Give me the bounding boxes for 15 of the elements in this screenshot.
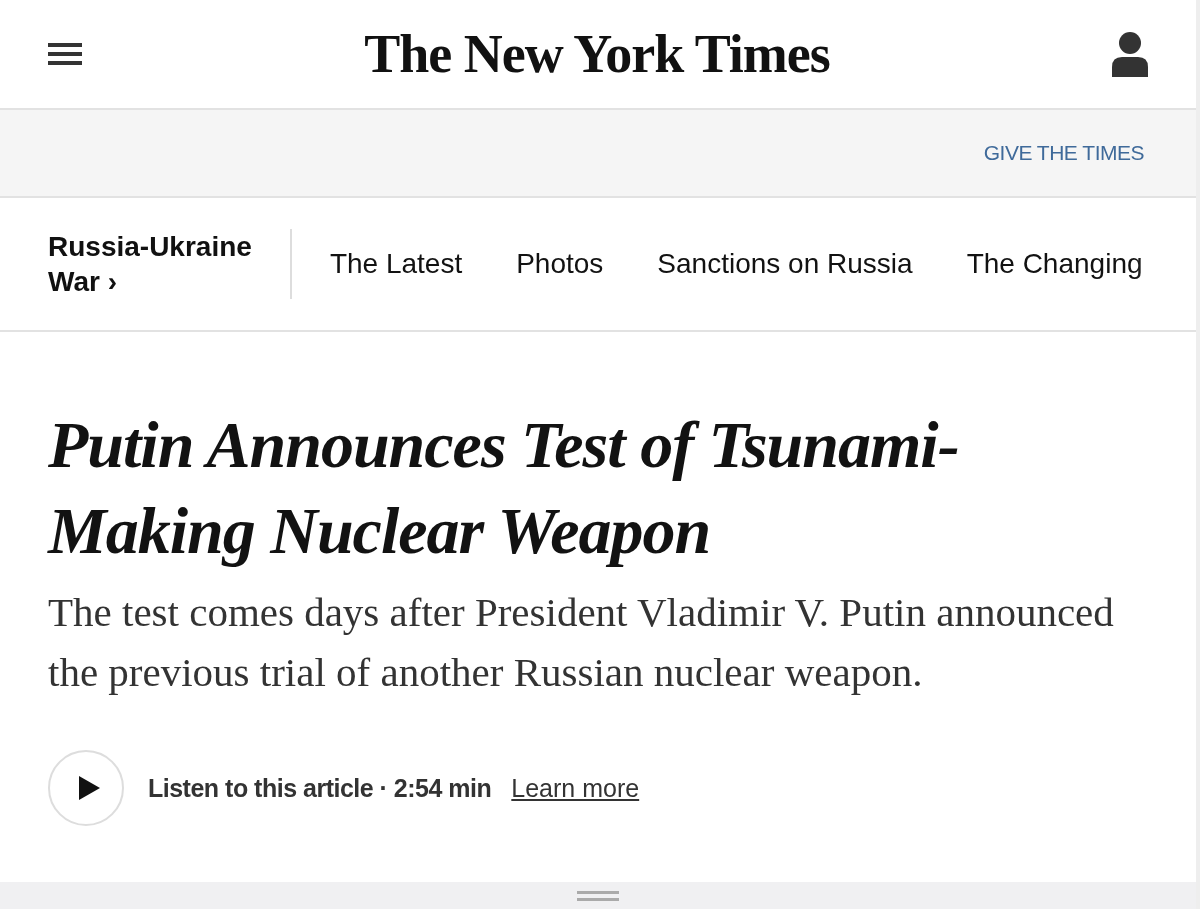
nav-link[interactable]: Photos	[516, 248, 604, 280]
article-summary: The test comes days after President Vladimir V. Putin announced the previous trial of another Russian nuclear weapon.	[48, 588, 1115, 697]
user-account-icon[interactable]	[1112, 31, 1148, 77]
menu-icon[interactable]	[48, 43, 82, 65]
give-the-times-link[interactable]: GIVE THE TIMES	[983, 141, 1144, 165]
nav-link[interactable]: Sanctions on Russia	[657, 248, 913, 280]
nav-link[interactable]: The Latest	[329, 248, 463, 280]
section-title-link[interactable]: Russia-Ukraine War ›	[48, 229, 292, 299]
newspaper-logo[interactable]: The New York Times	[364, 23, 830, 85]
listen-label: Listen to this article · 2:54 min	[148, 773, 492, 803]
play-icon	[77, 775, 101, 801]
article-headline: Putin Announces Test of Tsunami-Making Nuclear Weapon	[48, 407, 960, 569]
nav-link[interactable]: The Changing	[966, 248, 1143, 280]
drag-handle-icon[interactable]	[577, 890, 619, 901]
learn-more-link[interactable]: Learn more	[511, 773, 640, 803]
